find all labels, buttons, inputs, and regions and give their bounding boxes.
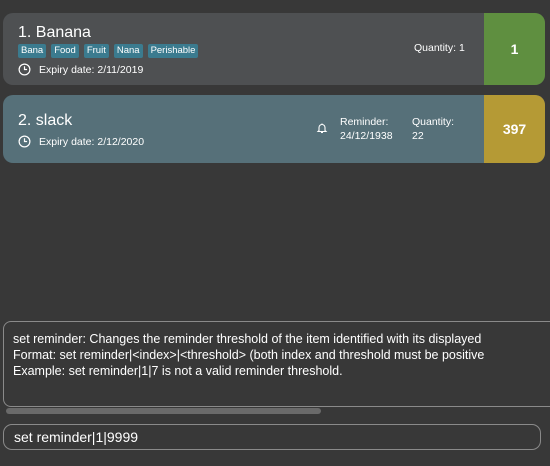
tag: Bana bbox=[18, 44, 47, 58]
result-display[interactable]: set reminder: Changes the reminder thres… bbox=[3, 321, 550, 407]
tag: Fruit bbox=[83, 44, 109, 58]
tag: Perishable bbox=[147, 44, 199, 58]
quantity-label: Quantity: 1 bbox=[414, 42, 465, 54]
horizontal-scrollbar[interactable] bbox=[6, 408, 321, 414]
expiry-text: Expiry date: 2/11/2019 bbox=[39, 63, 144, 76]
clock-icon bbox=[18, 135, 31, 148]
bell-icon bbox=[316, 123, 328, 134]
item-number-badge: 397 bbox=[484, 95, 545, 163]
clock-icon bbox=[18, 63, 31, 76]
item-card-banana[interactable]: 1. Banana Bana Food Fruit Nana Perishabl… bbox=[3, 13, 545, 85]
item-title: 1. Banana bbox=[18, 24, 91, 41]
reminder-date: 24/12/1938 bbox=[340, 130, 393, 142]
item-title: 2. slack bbox=[18, 112, 73, 129]
result-line: Example: set reminder|1|7 is not a valid… bbox=[13, 364, 343, 378]
expiry-text: Expiry date: 2/12/2020 bbox=[39, 135, 145, 148]
command-box[interactable] bbox=[3, 424, 541, 450]
tag: Nana bbox=[113, 44, 143, 58]
expiry-date: Expiry date: 2/11/2019 bbox=[18, 63, 143, 76]
quantity-value: 22 bbox=[412, 130, 424, 142]
result-line: set reminder: Changes the reminder thres… bbox=[13, 332, 482, 346]
result-line: Format: set reminder|<index>|<threshold>… bbox=[13, 348, 485, 362]
quantity-title: Quantity: bbox=[412, 116, 455, 128]
item-number-badge: 1 bbox=[484, 13, 545, 85]
quantity-label: Quantity: 22 bbox=[412, 115, 454, 143]
reminder-label: Reminder: 24/12/1938 bbox=[340, 115, 393, 143]
reminder-title: Reminder: bbox=[340, 116, 389, 128]
tag: Food bbox=[51, 44, 79, 58]
command-input[interactable] bbox=[14, 428, 529, 446]
item-card-slack[interactable]: 2. slack Expiry date: 2/12/2020 Reminder… bbox=[3, 95, 545, 163]
result-text: set reminder: Changes the reminder thres… bbox=[13, 331, 484, 379]
tag-list: Bana Food Fruit Nana Perishable bbox=[18, 44, 199, 58]
expiry-date: Expiry date: 2/12/2020 bbox=[18, 135, 144, 148]
